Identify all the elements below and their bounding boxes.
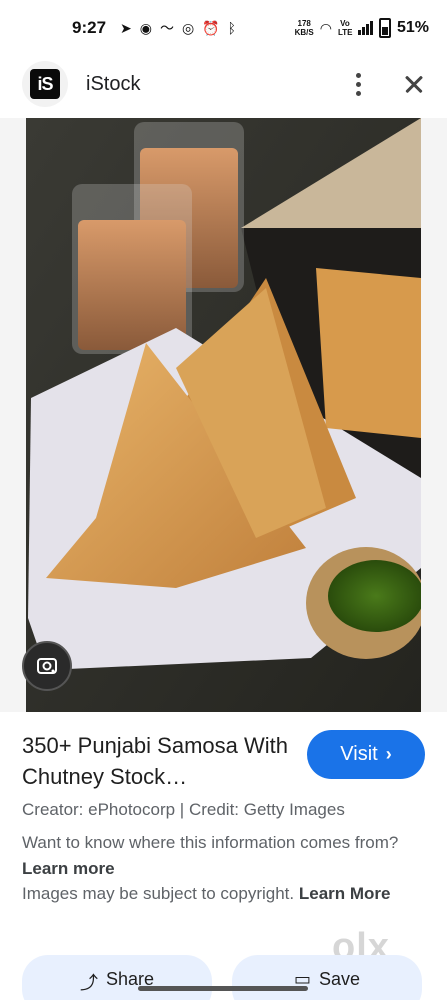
more-vert-icon[interactable]	[343, 69, 373, 99]
net-speed: 178 KB/S	[294, 19, 314, 37]
site-logo-text: iS	[30, 69, 60, 99]
image-credits: Creator: ePhotocorp | Credit: Getty Imag…	[22, 800, 345, 819]
source-header: iS iStock	[0, 56, 447, 112]
telegram-icon: ➤	[120, 20, 132, 36]
whatsapp-icon: ◎	[181, 20, 195, 36]
wifi-icon: ◠	[319, 20, 332, 36]
app-icon: ◉	[139, 20, 152, 36]
copyright-learn-more-link[interactable]: Learn More	[299, 884, 391, 903]
result-title[interactable]: 350+ Punjabi Samosa With Chutney Stock…	[22, 730, 297, 792]
status-time: 9:27	[72, 18, 107, 37]
visit-label: Visit	[340, 743, 378, 765]
share-button[interactable]: ⤴ Share	[22, 955, 212, 1000]
copyright-text: Images may be subject to copyright. Lear…	[22, 884, 391, 903]
samosa-photo[interactable]	[26, 118, 421, 712]
info-source-text: Want to know where this information come…	[22, 833, 399, 878]
battery-icon	[378, 18, 391, 38]
site-logo[interactable]: iS	[22, 61, 68, 107]
visit-button[interactable]: Visit ›	[307, 730, 425, 779]
save-label: Save	[318, 969, 361, 989]
image-preview	[0, 118, 447, 712]
learn-more-link[interactable]: Learn more	[22, 859, 115, 878]
bluetooth-icon: ᛒ	[227, 20, 237, 36]
status-bar: 9:27 ➤ ◉ 〜 ◎ ⏰ ᛒ 178 KB/S ◠ Vo LTE 51%	[0, 0, 447, 56]
alarm-icon: ⏰	[202, 20, 220, 36]
status-right: 178 KB/S ◠ Vo LTE 51%	[295, 18, 429, 38]
notification-icons: ➤ ◉ 〜 ◎ ⏰ ᛒ	[120, 21, 295, 35]
volte-label: Vo LTE	[337, 19, 353, 37]
site-name[interactable]: iStock	[86, 73, 343, 96]
chevron-right-icon: ›	[385, 744, 392, 764]
signal-icon	[357, 21, 373, 35]
home-indicator[interactable]	[138, 986, 308, 991]
battery-percent: 51%	[396, 19, 429, 36]
share-icon: ⤴	[79, 973, 98, 993]
lens-icon[interactable]	[22, 641, 72, 691]
close-icon[interactable]	[399, 69, 429, 99]
swoosh-icon: 〜	[159, 20, 174, 36]
save-button[interactable]: ▭ Save	[232, 955, 422, 1000]
